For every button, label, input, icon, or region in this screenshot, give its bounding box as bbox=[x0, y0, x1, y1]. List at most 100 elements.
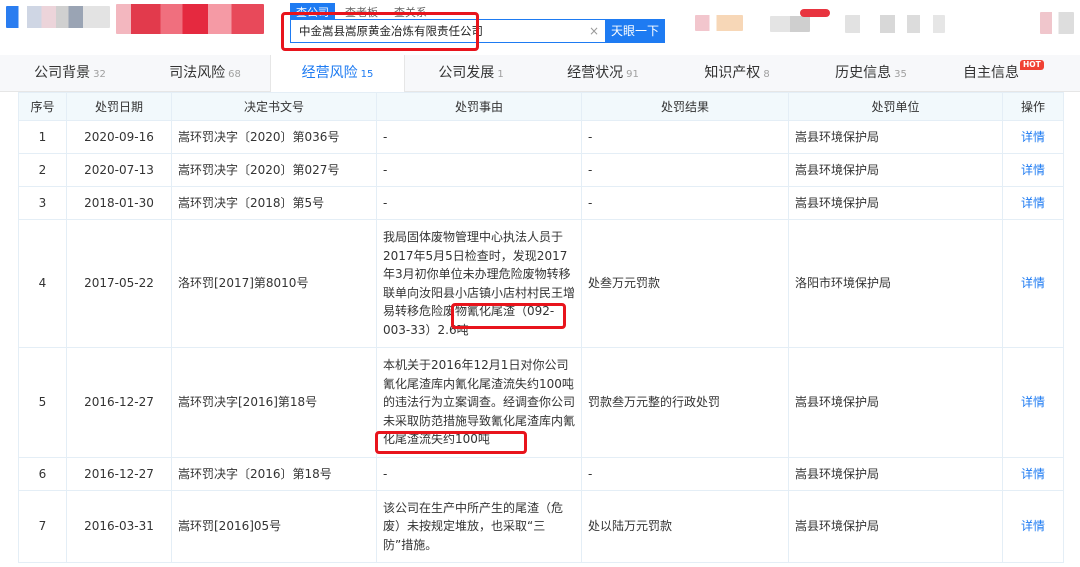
col-header-date: 处罚日期 bbox=[66, 92, 172, 121]
table-header-row: 序号 处罚日期 决定书文号 处罚事由 处罚结果 处罚单位 操作 bbox=[18, 92, 1064, 121]
tab-legal-risk[interactable]: 司法风险 68 bbox=[165, 55, 245, 92]
detail-link[interactable]: 详情 bbox=[1002, 219, 1064, 348]
tab-label: 知识产权 bbox=[704, 65, 761, 81]
detail-link[interactable]: 详情 bbox=[1002, 490, 1064, 563]
tab-history-info[interactable]: 历史信息 35 bbox=[833, 55, 909, 92]
tab-count: 8 bbox=[763, 69, 770, 80]
col-header-action: 操作 bbox=[1002, 92, 1064, 121]
detail-link[interactable]: 详情 bbox=[1002, 457, 1064, 491]
cell-reason: - bbox=[376, 457, 582, 491]
cell-no: 7 bbox=[18, 490, 67, 563]
tab-count: 68 bbox=[228, 69, 241, 80]
table-row: 7 2016-03-31 嵩环罚[2016]05号 该公司在生产中所产生的尾渣（… bbox=[18, 490, 1064, 563]
search-input[interactable]: 中金嵩县嵩原黄金冶炼有限责任公司 × bbox=[290, 19, 606, 43]
tab-business-risk[interactable]: 经营风险 15 bbox=[270, 55, 405, 93]
cell-result: 处以陆万元罚款 bbox=[581, 490, 789, 563]
cell-unit: 洛阳市环境保护局 bbox=[788, 219, 1003, 348]
col-header-no: 序号 bbox=[18, 92, 67, 121]
col-header-doc-number: 决定书文号 bbox=[171, 92, 377, 121]
clear-search-icon[interactable]: × bbox=[589, 20, 599, 42]
cell-doc: 嵩环罚决字〔2020〕第036号 bbox=[171, 120, 377, 154]
cell-date: 2018-01-30 bbox=[66, 186, 172, 220]
redacted-name-block bbox=[116, 4, 264, 34]
logo-blurred[interactable] bbox=[6, 6, 110, 28]
cell-doc: 嵩环罚决字〔2018〕第5号 bbox=[171, 186, 377, 220]
cell-date: 2020-09-16 bbox=[66, 120, 172, 154]
col-header-unit: 处罚单位 bbox=[788, 92, 1003, 121]
cell-result: - bbox=[581, 186, 789, 220]
redacted-nav-1[interactable] bbox=[695, 15, 743, 31]
cell-unit: 嵩县环境保护局 bbox=[788, 186, 1003, 220]
tab-self-info[interactable]: 自主信息 bbox=[960, 55, 1022, 92]
tab-company-development[interactable]: 公司发展 1 bbox=[435, 55, 507, 92]
cell-date: 2016-12-27 bbox=[66, 347, 172, 458]
tab-count: 91 bbox=[626, 69, 639, 80]
search-input-value: 中金嵩县嵩原黄金冶炼有限责任公司 bbox=[299, 24, 483, 38]
cell-result: - bbox=[581, 457, 789, 491]
administrative-penalty-table: 序号 处罚日期 决定书文号 处罚事由 处罚结果 处罚单位 操作 1 2020-0… bbox=[18, 92, 1064, 563]
tab-label: 司法风险 bbox=[169, 65, 226, 81]
cell-doc: 嵩环罚决字〔2020〕第027号 bbox=[171, 153, 377, 187]
table-row: 1 2020-09-16 嵩环罚决字〔2020〕第036号 - - 嵩县环境保护… bbox=[18, 120, 1064, 154]
cell-date: 2016-12-27 bbox=[66, 457, 172, 491]
cell-no: 2 bbox=[18, 153, 67, 187]
detail-link[interactable]: 详情 bbox=[1002, 153, 1064, 187]
col-header-result: 处罚结果 bbox=[581, 92, 789, 121]
table-row: 4 2017-05-22 洛环罚[2017]第8010号 我局固体废物管理中心执… bbox=[18, 219, 1064, 348]
cell-result: 处叁万元罚款 bbox=[581, 219, 789, 348]
cell-unit: 嵩县环境保护局 bbox=[788, 120, 1003, 154]
cell-date: 2020-07-13 bbox=[66, 153, 172, 187]
cell-reason: - bbox=[376, 153, 582, 187]
cell-doc: 嵩环罚[2016]05号 bbox=[171, 490, 377, 563]
tab-label: 公司背景 bbox=[34, 65, 91, 81]
tab-count: 35 bbox=[894, 69, 907, 80]
cell-result: 罚款叁万元整的行政处罚 bbox=[581, 347, 789, 458]
cell-no: 5 bbox=[18, 347, 67, 458]
cell-no: 6 bbox=[18, 457, 67, 491]
detail-link[interactable]: 详情 bbox=[1002, 186, 1064, 220]
cell-reason: 该公司在生产中所产生的尾渣（危废）未按规定堆放，也采取“三防”措施。 bbox=[376, 490, 582, 563]
cell-unit: 嵩县环境保护局 bbox=[788, 347, 1003, 458]
tab-label: 历史信息 bbox=[835, 65, 892, 81]
col-header-reason: 处罚事由 bbox=[376, 92, 582, 121]
cell-doc: 嵩环罚决字〔2016〕第18号 bbox=[171, 457, 377, 491]
cell-date: 2016-03-31 bbox=[66, 490, 172, 563]
search-button[interactable]: 天眼一下 bbox=[605, 19, 665, 43]
cell-no: 3 bbox=[18, 186, 67, 220]
cell-unit: 嵩县环境保护局 bbox=[788, 490, 1003, 563]
cell-reason: 本机关于2016年12月1日对你公司氰化尾渣库内氰化尾渣流失约100吨的违法行为… bbox=[376, 347, 582, 458]
main-tab-bar: 公司背景 32 司法风险 68 经营风险 15 公司发展 1 经营状况 91 知识产权 8 … bbox=[0, 55, 1080, 93]
cell-date: 2017-05-22 bbox=[66, 219, 172, 348]
redacted-nav-3 bbox=[800, 9, 830, 17]
detail-link[interactable]: 详情 bbox=[1002, 120, 1064, 154]
detail-link[interactable]: 详情 bbox=[1002, 347, 1064, 458]
cell-result: - bbox=[581, 153, 789, 187]
redacted-avatar[interactable] bbox=[1040, 12, 1074, 34]
hot-badge: HOT bbox=[1020, 60, 1044, 70]
cell-no: 4 bbox=[18, 219, 67, 348]
tab-intellectual-property[interactable]: 知识产权 8 bbox=[702, 55, 772, 92]
table-row: 3 2018-01-30 嵩环罚决字〔2018〕第5号 - - 嵩县环境保护局 … bbox=[18, 186, 1064, 220]
table-row: 2 2020-07-13 嵩环罚决字〔2020〕第027号 - - 嵩县环境保护… bbox=[18, 153, 1064, 187]
tab-label: 公司发展 bbox=[438, 65, 495, 81]
cell-unit: 嵩县环境保护局 bbox=[788, 457, 1003, 491]
cell-unit: 嵩县环境保护局 bbox=[788, 153, 1003, 187]
cell-reason: 我局固体废物管理中心执法人员于2017年5月5日检查时，发现2017年3月初你单… bbox=[376, 219, 582, 348]
tab-count: 1 bbox=[497, 69, 504, 80]
tab-label: 经营状况 bbox=[567, 65, 624, 81]
cell-result: - bbox=[581, 120, 789, 154]
tab-label: 经营风险 bbox=[301, 65, 358, 81]
cell-no: 1 bbox=[18, 120, 67, 154]
tab-operating-status[interactable]: 经营状况 91 bbox=[565, 55, 641, 92]
redacted-nav-2[interactable] bbox=[770, 16, 810, 32]
tab-company-background[interactable]: 公司背景 32 bbox=[30, 55, 110, 92]
table-row: 5 2016-12-27 嵩环罚决字[2016]第18号 本机关于2016年12… bbox=[18, 347, 1064, 458]
cell-reason: - bbox=[376, 186, 582, 220]
cell-doc: 嵩环罚决字[2016]第18号 bbox=[171, 347, 377, 458]
top-header: 查公司 查老板 查关系 中金嵩县嵩原黄金冶炼有限责任公司 × 天眼一下 bbox=[0, 0, 1080, 54]
tab-count: 15 bbox=[360, 69, 374, 80]
cell-doc: 洛环罚[2017]第8010号 bbox=[171, 219, 377, 348]
tab-label: 自主信息 bbox=[963, 65, 1019, 81]
redacted-nav-4[interactable] bbox=[845, 15, 945, 33]
cell-reason: - bbox=[376, 120, 582, 154]
